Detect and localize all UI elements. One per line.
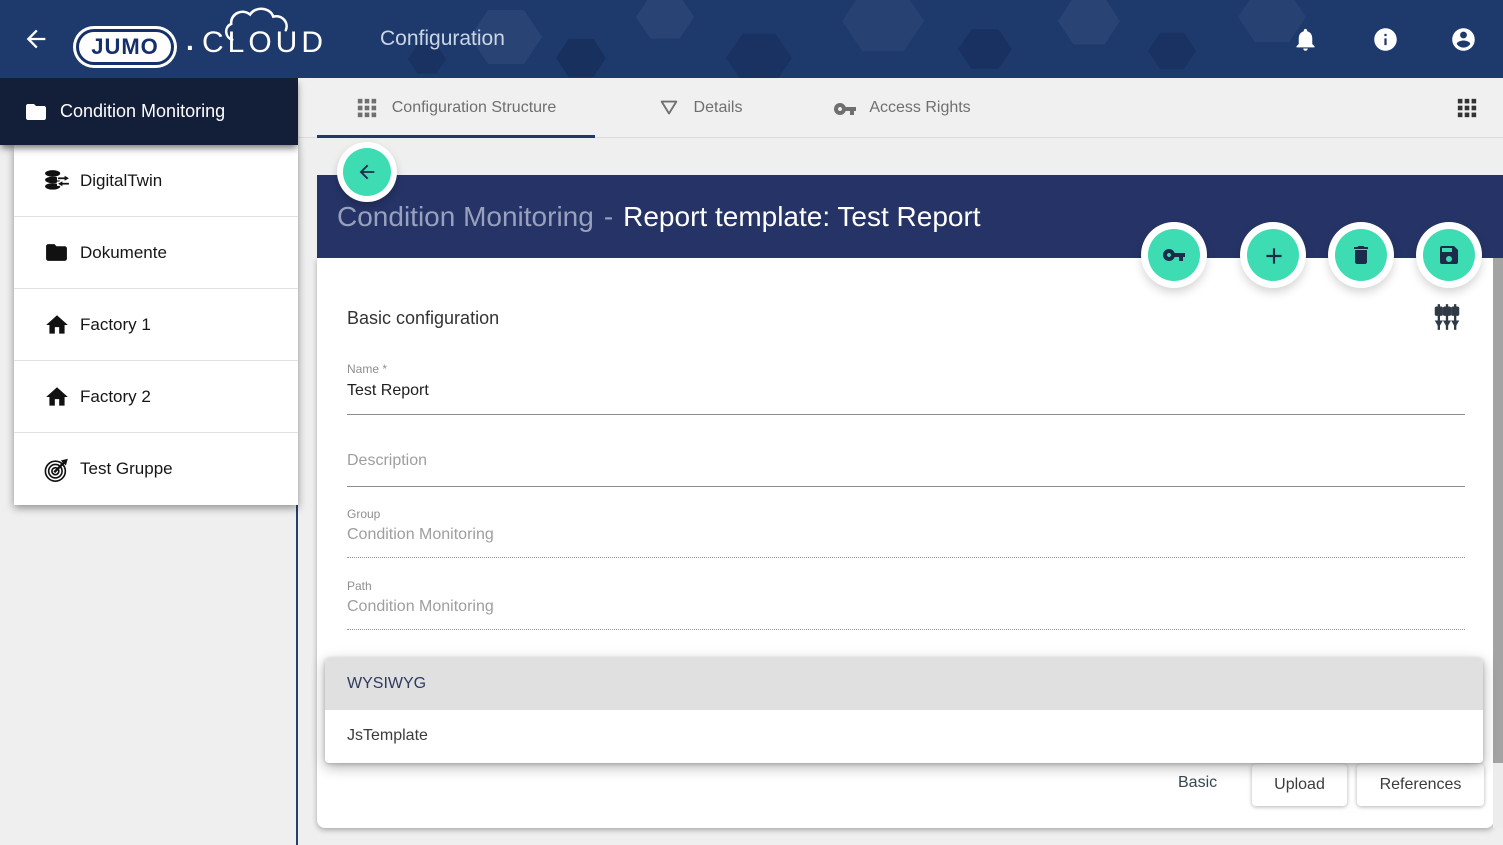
section-title: Basic configuration — [347, 308, 499, 329]
scrollbar-track — [1493, 258, 1503, 828]
sidebar-item-digitaltwin[interactable]: DigitalTwin — [14, 145, 298, 217]
tab-label: Configuration Structure — [392, 99, 557, 117]
panel-title: Condition Monitoring-Report template: Te… — [337, 201, 981, 233]
folder-icon — [44, 240, 70, 266]
tab-configuration-structure[interactable]: Configuration Structure — [317, 78, 595, 138]
jumo-logo-text: JUMO — [91, 34, 159, 60]
sidebar-item-factory-1[interactable]: Factory 1 — [14, 289, 298, 361]
sidebar-item-label: Factory 2 — [80, 387, 151, 407]
tab-access-rights[interactable]: Access Rights — [812, 78, 992, 138]
name-underline — [347, 414, 1465, 415]
group-field-label: Group — [347, 507, 380, 521]
dropdown-option-jstemplate[interactable]: JsTemplate — [325, 710, 1483, 762]
path-field-value: Condition Monitoring — [347, 598, 1465, 616]
grid-icon — [356, 97, 378, 119]
tune-sliders-icon[interactable] — [1433, 302, 1463, 334]
sidebar-group-label: Condition Monitoring — [60, 101, 225, 122]
footer-tab-basic[interactable]: Basic — [1178, 774, 1217, 792]
home-icon — [44, 312, 70, 338]
sidebar-group-condition-monitoring[interactable]: Condition Monitoring — [0, 78, 298, 145]
hexagon-pattern — [1058, 0, 1120, 48]
key-icon — [1162, 243, 1186, 267]
panel-title-prefix: Condition Monitoring — [337, 201, 594, 232]
sidebar-item-label: Factory 1 — [80, 315, 151, 335]
key-icon — [833, 97, 855, 119]
account-icon[interactable] — [1450, 26, 1477, 53]
page-title: Configuration — [380, 0, 505, 78]
home-icon — [44, 384, 70, 410]
sidebar-item-label: DigitalTwin — [80, 171, 162, 191]
path-field-label: Path — [347, 579, 372, 593]
digital-twin-icon — [44, 168, 70, 194]
hexagon-pattern — [842, 0, 924, 56]
hexagon-pattern — [958, 26, 1012, 72]
name-input[interactable] — [347, 382, 1465, 400]
back-arrow-icon[interactable] — [22, 25, 50, 53]
hexagon-pattern — [726, 30, 792, 78]
plus-icon — [1261, 243, 1285, 267]
group-underline — [347, 557, 1465, 558]
description-input[interactable] — [347, 452, 1465, 470]
description-field — [347, 452, 1465, 470]
delete-button[interactable] — [1335, 229, 1387, 281]
filter-icon — [658, 97, 680, 119]
panel-header: Condition Monitoring-Report template: Te… — [317, 175, 1503, 258]
panel-back-button[interactable] — [343, 148, 391, 196]
description-underline — [347, 486, 1465, 487]
sidebar-item-label: Test Gruppe — [80, 459, 173, 479]
save-button[interactable] — [1423, 229, 1475, 281]
sidebar-item-test-gruppe[interactable]: Test Gruppe — [14, 433, 298, 505]
trash-icon — [1349, 243, 1373, 267]
tab-details[interactable]: Details — [640, 78, 760, 138]
target-icon — [44, 456, 70, 482]
back-arrow-icon — [356, 161, 378, 183]
sidebar-item-list: DigitalTwin Dokumente Factory 1 Factory … — [14, 145, 298, 505]
jumo-logo-pill: JUMO — [76, 29, 174, 65]
sidebar-item-label: Dokumente — [80, 243, 167, 263]
scrollbar-thumb[interactable] — [1493, 258, 1503, 763]
panel-title-main: Report template: Test Report — [623, 201, 980, 232]
tab-bar: Configuration Structure Details Access R… — [298, 78, 1503, 138]
brand-dot: · — [186, 32, 195, 64]
sidebar-item-dokumente[interactable]: Dokumente — [14, 217, 298, 289]
folder-icon — [24, 100, 48, 124]
info-icon[interactable] — [1372, 26, 1399, 53]
notifications-bell-icon[interactable] — [1292, 26, 1319, 53]
cloud-logo-text: CLOUD — [202, 26, 327, 60]
name-field — [347, 382, 1465, 400]
active-tab-indicator — [317, 135, 595, 138]
sidebar-item-factory-2[interactable]: Factory 2 — [14, 361, 298, 433]
save-icon — [1437, 243, 1461, 267]
template-type-dropdown: WYSIWYG JsTemplate — [325, 658, 1483, 763]
tab-label: Access Rights — [869, 99, 970, 117]
hexagon-pattern — [636, 0, 694, 42]
upload-button[interactable]: Upload — [1252, 764, 1347, 806]
add-button[interactable] — [1247, 229, 1299, 281]
app-bar: JUMO · CLOUD Configuration — [0, 0, 1503, 78]
path-underline — [347, 629, 1465, 630]
apps-grid-icon[interactable] — [1456, 97, 1478, 119]
dropdown-option-wysiwyg[interactable]: WYSIWYG — [325, 658, 1483, 710]
group-field-value: Condition Monitoring — [347, 526, 1465, 544]
references-button[interactable]: References — [1357, 764, 1484, 806]
hexagon-pattern — [556, 36, 606, 78]
name-field-label: Name * — [347, 362, 387, 376]
panel-title-separator: - — [604, 201, 613, 232]
access-key-button[interactable] — [1148, 229, 1200, 281]
hexagon-pattern — [1148, 30, 1196, 72]
tab-label: Details — [694, 99, 743, 117]
jumo-cloud-app: JUMO · CLOUD Configuration Condition Mon… — [0, 0, 1503, 845]
